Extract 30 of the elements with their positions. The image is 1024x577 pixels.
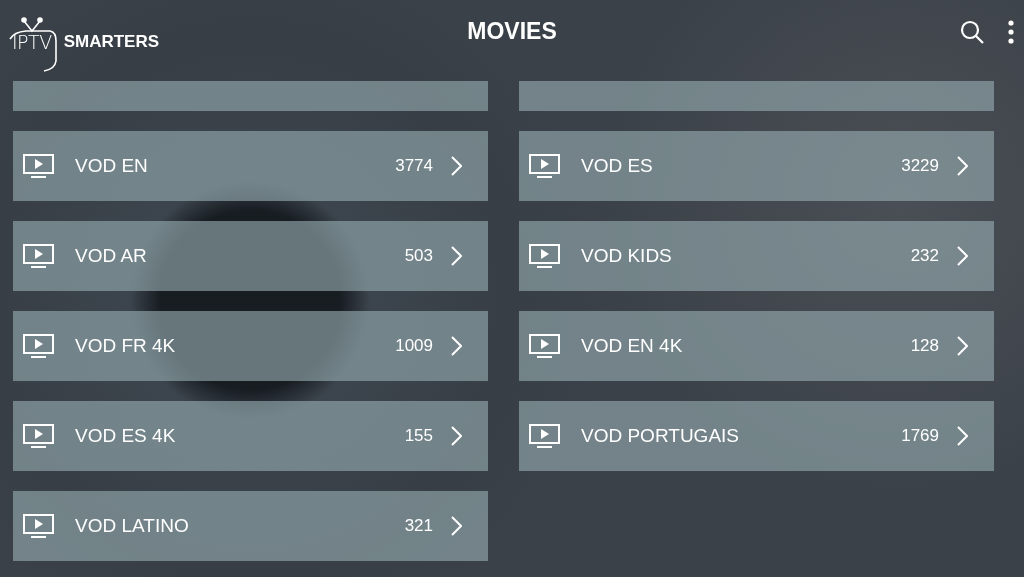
category-count: 321 — [404, 516, 433, 536]
category-count: 3774 — [395, 156, 433, 176]
category-count: 128 — [910, 336, 939, 356]
category-item[interactable]: VOD ES 3229 — [519, 131, 994, 201]
category-name: VOD PORTUGAIS — [581, 425, 740, 447]
category-name: VOD LATINO — [75, 515, 190, 537]
category-name: VOD AR — [75, 245, 148, 267]
category-name: VOD FR 4K — [75, 335, 177, 357]
category-item[interactable]: VOD KIDS 232 — [519, 221, 994, 291]
category-item[interactable]: VOD ES 4K 155 — [13, 401, 488, 471]
category-count: 1769 — [901, 426, 939, 446]
category-item[interactable]: VOD LATINO 321 — [13, 491, 488, 561]
category-name: VOD EN — [75, 155, 149, 177]
category-name: VOD EN 4K — [581, 335, 684, 357]
page-title: MOVIES — [467, 18, 557, 45]
category-name: VOD KIDS — [581, 245, 673, 267]
category-item[interactable]: VOD EN 4K 128 — [519, 311, 994, 381]
category-count: 3229 — [901, 156, 939, 176]
category-item[interactable]: VOD PORTUGAIS 1769 — [519, 401, 994, 471]
category-name: VOD ES — [581, 155, 654, 177]
category-count: 155 — [404, 426, 433, 446]
category-count: 232 — [910, 246, 939, 266]
category-item[interactable]: VOD FR 4K 1009 — [13, 311, 488, 381]
logo-text: SMARTERS — [63, 31, 160, 52]
category-name: VOD ES 4K — [75, 425, 177, 447]
category-count: 503 — [404, 246, 433, 266]
category-item[interactable]: VOD AR 503 — [13, 221, 488, 291]
logo-text: IPTV — [12, 30, 52, 53]
category-count: 1009 — [395, 336, 433, 356]
category-item[interactable]: VOD EN 3774 — [13, 131, 488, 201]
